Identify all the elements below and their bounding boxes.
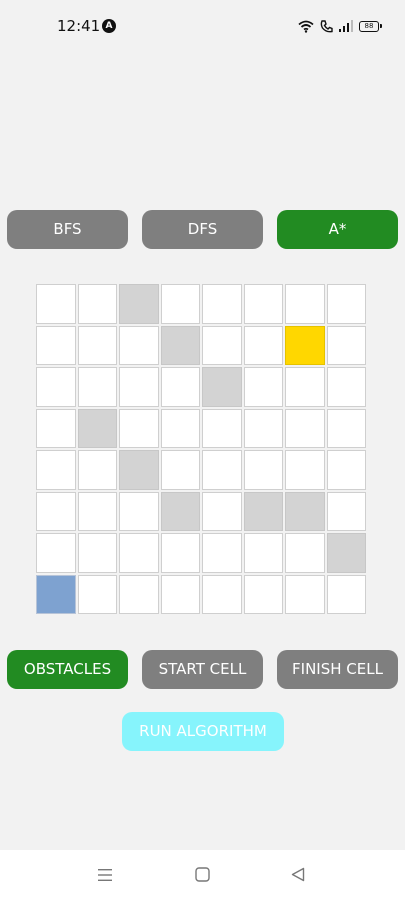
grid-cell[interactable] [119, 367, 159, 407]
grid-cell[interactable] [243, 450, 283, 490]
run-algorithm-button[interactable]: RUN ALGORITHM [122, 712, 284, 751]
grid-cell[interactable] [36, 450, 76, 490]
grid-cell[interactable] [243, 574, 283, 614]
grid-cell[interactable] [202, 491, 242, 531]
obstacle-cell[interactable] [77, 408, 117, 448]
a-star-button[interactable]: A* [277, 210, 398, 249]
grid-cell[interactable] [119, 574, 159, 614]
grid-cell[interactable] [119, 533, 159, 573]
app-notification-icon: A [102, 19, 116, 33]
call-icon [320, 19, 333, 32]
back-icon[interactable] [291, 867, 305, 882]
finish-cell[interactable] [285, 325, 325, 365]
obstacle-cell[interactable] [285, 491, 325, 531]
grid-cell[interactable] [285, 450, 325, 490]
grid-cell[interactable] [77, 574, 117, 614]
grid-cell[interactable] [36, 325, 76, 365]
obstacle-cell[interactable] [160, 325, 200, 365]
grid-cell[interactable] [77, 533, 117, 573]
grid-cell[interactable] [202, 533, 242, 573]
grid-cell[interactable] [77, 450, 117, 490]
grid-cell[interactable] [243, 367, 283, 407]
grid-cell[interactable] [326, 408, 366, 448]
obstacle-cell[interactable] [160, 491, 200, 531]
start-cell[interactable] [36, 574, 76, 614]
grid-cell[interactable] [326, 574, 366, 614]
grid-cell[interactable] [202, 325, 242, 365]
grid-cell[interactable] [160, 450, 200, 490]
grid-cell[interactable] [243, 325, 283, 365]
status-time: 12:41 [57, 17, 101, 35]
obstacle-cell[interactable] [202, 367, 242, 407]
grid-cell[interactable] [326, 491, 366, 531]
obstacle-cell[interactable] [326, 533, 366, 573]
grid-cell[interactable] [119, 491, 159, 531]
grid-cell[interactable] [326, 450, 366, 490]
grid-cell[interactable] [202, 284, 242, 324]
grid-cell[interactable] [243, 533, 283, 573]
grid-cell[interactable] [202, 450, 242, 490]
grid-cell[interactable] [285, 284, 325, 324]
grid-cell[interactable] [77, 367, 117, 407]
grid-cell[interactable] [160, 284, 200, 324]
bfs-button[interactable]: BFS [7, 210, 128, 249]
obstacle-cell[interactable] [119, 450, 159, 490]
start-cell-button[interactable]: START CELL [142, 650, 263, 689]
grid-cell[interactable] [77, 284, 117, 324]
grid-cell[interactable] [326, 367, 366, 407]
grid-cell[interactable] [36, 533, 76, 573]
grid-cell[interactable] [285, 367, 325, 407]
battery-icon: 88 [359, 20, 382, 32]
grid-cell[interactable] [119, 325, 159, 365]
home-icon[interactable] [195, 867, 210, 882]
system-icons: 88 [298, 18, 382, 34]
menu-icon[interactable] [97, 868, 113, 882]
finish-cell-button[interactable]: FINISH CELL [277, 650, 398, 689]
grid-cell[interactable] [160, 574, 200, 614]
grid-cell[interactable] [36, 491, 76, 531]
grid-cell[interactable] [36, 408, 76, 448]
grid-cell[interactable] [160, 367, 200, 407]
status-bar: 12:41 A 88 [0, 0, 405, 55]
grid-cell[interactable] [36, 284, 76, 324]
obstacle-cell[interactable] [119, 284, 159, 324]
grid-cell[interactable] [326, 284, 366, 324]
grid-cell[interactable] [285, 533, 325, 573]
navigation-bar [0, 850, 405, 900]
grid-cell[interactable] [119, 408, 159, 448]
grid-cell[interactable] [243, 408, 283, 448]
grid-cell[interactable] [160, 408, 200, 448]
pathfinding-grid[interactable] [36, 284, 366, 614]
grid-cell[interactable] [160, 533, 200, 573]
grid-cell[interactable] [202, 408, 242, 448]
grid-cell[interactable] [77, 491, 117, 531]
grid-cell[interactable] [285, 574, 325, 614]
grid-cell[interactable] [202, 574, 242, 614]
obstacle-cell[interactable] [243, 491, 283, 531]
grid-cell[interactable] [243, 284, 283, 324]
grid-cell[interactable] [285, 408, 325, 448]
dfs-button[interactable]: DFS [142, 210, 263, 249]
wifi-icon [298, 20, 314, 33]
grid-cell[interactable] [326, 325, 366, 365]
grid-cell[interactable] [77, 325, 117, 365]
signal-icon [339, 20, 353, 32]
grid-cell[interactable] [36, 367, 76, 407]
obstacles-button[interactable]: OBSTACLES [7, 650, 128, 689]
